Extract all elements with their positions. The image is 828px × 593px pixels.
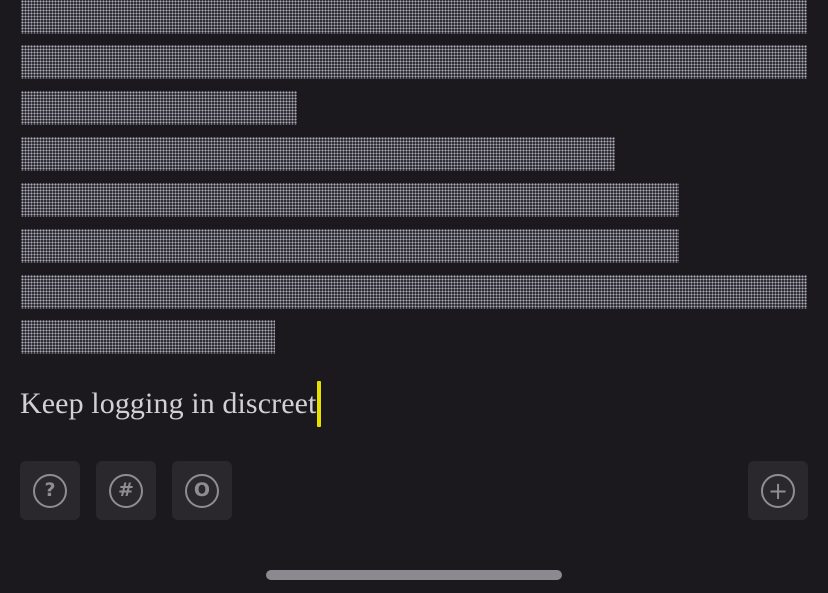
redacted-line [21, 275, 807, 309]
tag-button[interactable]: # [96, 461, 156, 520]
add-button[interactable]: + [748, 461, 808, 520]
tag-label: # [118, 479, 134, 501]
circle-o-icon: O [185, 473, 219, 508]
plus-icon: + [761, 473, 795, 508]
help-label: ? [44, 479, 56, 501]
circle-button[interactable]: O [172, 461, 232, 520]
question-icon: ? [33, 473, 67, 508]
help-button[interactable]: ? [20, 461, 80, 520]
redacted-line [21, 229, 679, 263]
add-label: + [767, 476, 789, 505]
entry-text-field[interactable]: Keep logging in discreet [20, 380, 322, 428]
circle-label: O [193, 479, 211, 501]
entry-text: Keep logging in discreet [20, 387, 317, 420]
hash-icon: # [109, 473, 143, 508]
redacted-line [21, 137, 615, 171]
redacted-line [21, 0, 807, 34]
home-indicator[interactable] [266, 570, 562, 580]
editor-screen: Keep logging in discreet ? # O + [0, 0, 828, 593]
redacted-line [21, 91, 297, 125]
redacted-line [21, 183, 679, 217]
text-caret [317, 381, 322, 427]
redacted-line [21, 45, 807, 79]
redacted-line [21, 320, 275, 354]
